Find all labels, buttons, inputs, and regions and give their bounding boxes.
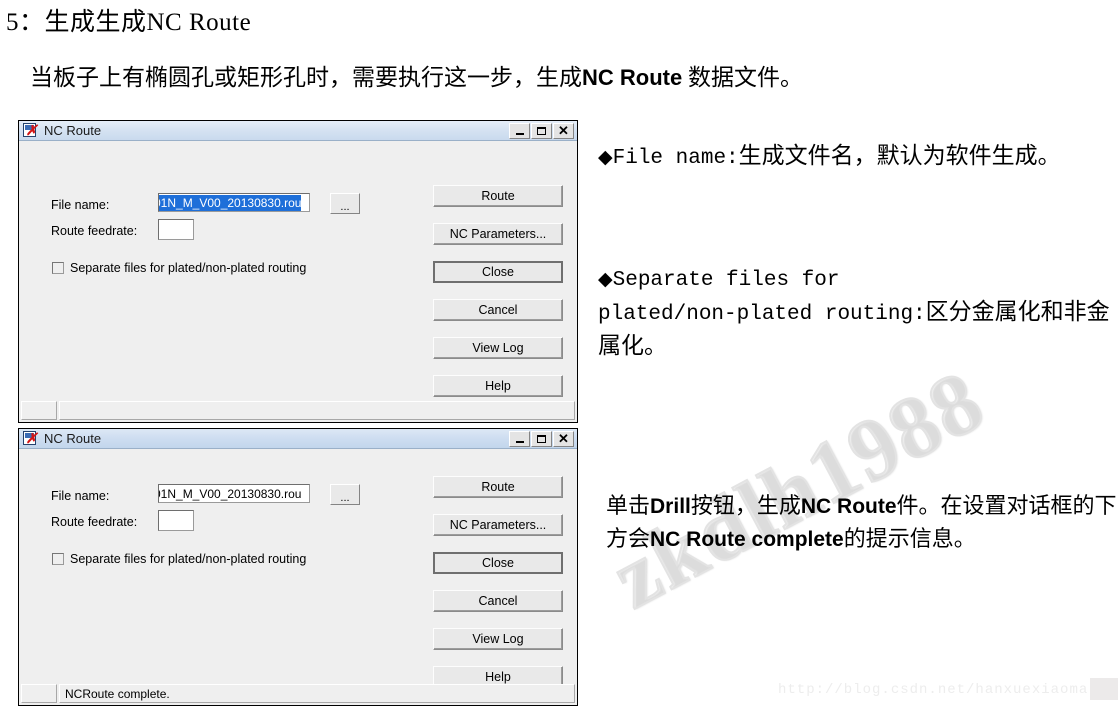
file-name-label: File name: bbox=[51, 489, 110, 503]
annotation-drill-latin1: Drill bbox=[650, 495, 691, 518]
separate-files-label: Separate files for plated/non-plated rou… bbox=[70, 552, 307, 566]
footer-url-block bbox=[1090, 678, 1118, 700]
dialog1-title: NC Route bbox=[44, 123, 102, 138]
cancel-button[interactable]: Cancel bbox=[433, 590, 563, 612]
separate-files-checkbox[interactable]: Separate files for plated/non-plated rou… bbox=[52, 261, 306, 275]
route-button[interactable]: Route bbox=[433, 476, 563, 498]
maximize-icon[interactable] bbox=[531, 122, 552, 139]
separate-files-checkbox[interactable]: Separate files for plated/non-plated rou… bbox=[52, 552, 306, 566]
nc-route-dialog-2[interactable]: ✗ NC Route ✕ File name: 01N_M_V00_201308… bbox=[18, 428, 578, 706]
close-button[interactable]: Close bbox=[433, 552, 563, 574]
route-feedrate-input[interactable] bbox=[158, 219, 194, 240]
file-name-input[interactable]: 01N_M_V00_20130830.rou bbox=[158, 484, 310, 503]
dialog2-titlebar[interactable]: ✗ NC Route ✕ bbox=[19, 429, 577, 449]
annotation-drill-seg1: 单击 bbox=[606, 493, 651, 518]
browse-button[interactable]: ... bbox=[330, 484, 360, 505]
nc-route-dialog-1[interactable]: ✗ NC Route ✕ File name: 01N_M_V00_201308… bbox=[18, 120, 578, 423]
route-feedrate-label: Route feedrate: bbox=[51, 224, 138, 238]
annotation-drill-latin2: NC Route bbox=[800, 495, 897, 518]
statusbar-pane-left bbox=[21, 401, 57, 420]
annotation-file-name-text: 生成文件名，默认为软件生成。 bbox=[738, 143, 1061, 168]
file-name-value: 01N_M_V00_20130830.rou bbox=[158, 486, 302, 501]
minimize-icon[interactable] bbox=[509, 122, 530, 139]
statusbar-pane-message: NCRoute complete. bbox=[59, 684, 575, 703]
statusbar-pane-message bbox=[59, 401, 575, 420]
dialog1-statusbar bbox=[21, 401, 575, 420]
minimize-icon[interactable] bbox=[509, 430, 530, 447]
nc-route-app-icon: ✗ bbox=[23, 431, 39, 447]
diamond-bullet-icon: ◆ bbox=[598, 147, 613, 168]
statusbar-pane-left bbox=[21, 684, 57, 703]
checkbox-box[interactable] bbox=[52, 553, 64, 565]
dialog1-titlebar[interactable]: ✗ NC Route ✕ bbox=[19, 121, 577, 141]
dialog2-window-controls[interactable]: ✕ bbox=[509, 430, 575, 447]
dialog1-window-controls[interactable]: ✕ bbox=[509, 122, 575, 139]
dialog2-button-column: Route NC Parameters... Close Cancel View… bbox=[433, 476, 563, 704]
close-icon[interactable]: ✕ bbox=[553, 122, 574, 139]
page-title: 5：生成生成NC Route bbox=[6, 9, 252, 36]
file-name-value: 01N_M_V00_20130830.rou bbox=[159, 194, 302, 211]
file-name-input[interactable]: 01N_M_V00_20130830.rou bbox=[158, 193, 310, 212]
cancel-button[interactable]: Cancel bbox=[433, 299, 563, 321]
annotation-drill-note: 单击Drill按钮，生成NC Route件。在设置对话框的下方会NC Route… bbox=[606, 490, 1118, 556]
nc-parameters-button[interactable]: NC Parameters... bbox=[433, 223, 563, 245]
intro-text-pre: 当板子上有椭圆孔或矩形孔时，需要执行这一步，生成 bbox=[30, 65, 582, 90]
dialog2-statusbar: NCRoute complete. bbox=[21, 684, 575, 703]
annotation-drill-latin3: NC Route complete bbox=[650, 528, 844, 551]
route-feedrate-label: Route feedrate: bbox=[51, 515, 138, 529]
nc-route-app-icon: ✗ bbox=[23, 123, 39, 139]
close-icon[interactable]: ✕ bbox=[553, 430, 574, 447]
intro-text-latin: NC Route bbox=[582, 65, 683, 90]
dialog2-body: File name: 01N_M_V00_20130830.rou ... Ro… bbox=[19, 449, 577, 705]
dialog1-button-column: Route NC Parameters... Close Cancel View… bbox=[433, 185, 563, 413]
annotation-drill-seg4: 的提示信息。 bbox=[843, 526, 976, 551]
footer-url: http://blog.csdn.net/hanxuexiaoma bbox=[778, 682, 1089, 698]
intro-text-post: 数据文件。 bbox=[682, 65, 803, 90]
checkbox-box[interactable] bbox=[52, 262, 64, 274]
annotation-separate-files: ◆Separate files for plated/non-plated rou… bbox=[598, 262, 1120, 361]
file-name-label: File name: bbox=[51, 198, 110, 212]
annotation-drill-seg2: 按钮，生成 bbox=[690, 493, 801, 518]
annotation-file-name-latin: File name: bbox=[612, 147, 739, 170]
nc-parameters-button[interactable]: NC Parameters... bbox=[433, 514, 563, 536]
view-log-button[interactable]: View Log bbox=[433, 628, 563, 650]
annotation-separate-files-latin2: plated/non-plated routing: bbox=[598, 303, 926, 326]
dialog2-title: NC Route bbox=[44, 431, 102, 446]
help-button[interactable]: Help bbox=[433, 375, 563, 397]
maximize-icon[interactable] bbox=[531, 430, 552, 447]
intro-paragraph: 当板子上有椭圆孔或矩形孔时，需要执行这一步，生成NC Route 数据文件。 bbox=[30, 58, 803, 92]
route-feedrate-input[interactable] bbox=[158, 510, 194, 531]
diamond-bullet-icon: ◆ bbox=[598, 269, 613, 290]
dialog1-body: File name: 01N_M_V00_20130830.rou ... Ro… bbox=[19, 141, 577, 422]
route-button[interactable]: Route bbox=[433, 185, 563, 207]
browse-button[interactable]: ... bbox=[330, 193, 360, 214]
annotation-separate-files-latin1: Separate files for bbox=[612, 269, 840, 292]
close-button[interactable]: Close bbox=[433, 261, 563, 283]
separate-files-label: Separate files for plated/non-plated rou… bbox=[70, 261, 307, 275]
view-log-button[interactable]: View Log bbox=[433, 337, 563, 359]
annotation-file-name: ◆File name:生成文件名，默认为软件生成。 bbox=[598, 140, 1118, 174]
